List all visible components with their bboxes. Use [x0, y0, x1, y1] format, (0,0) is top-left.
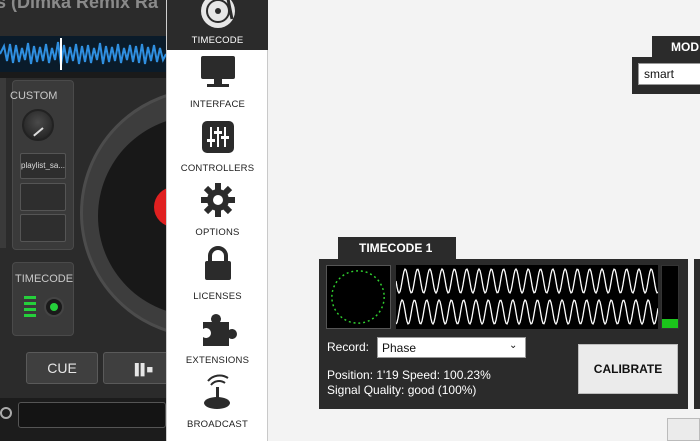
- sliders-icon: [201, 121, 234, 153]
- custom-pad-1[interactable]: [20, 183, 66, 211]
- adjacent-panel-edge: [694, 259, 700, 409]
- sidebar-item-interface[interactable]: INTERFACE: [167, 50, 268, 114]
- gear-icon: [200, 183, 235, 217]
- deck-waveform[interactable]: [0, 36, 166, 72]
- position-speed-readout: Position: 1'19 Speed: 100.23%: [327, 368, 491, 382]
- cue-button[interactable]: CUE: [26, 352, 98, 384]
- custom-label: CUSTOM: [10, 90, 58, 102]
- playlist-pad[interactable]: playlist_sa...: [20, 153, 66, 179]
- lock-icon: [204, 246, 231, 280]
- timecode-toggle[interactable]: [44, 297, 64, 317]
- sidebar-item-licenses[interactable]: LICENSES: [167, 242, 268, 306]
- chevron-down-icon[interactable]: ⌄: [509, 340, 517, 351]
- timecode-scope: [326, 265, 391, 329]
- deck-divider: [0, 72, 166, 78]
- vinyl-timecode-icon: [200, 0, 235, 28]
- sidebar-item-extensions[interactable]: EXTENSIONS: [167, 306, 268, 370]
- sidebar-item-label: CONTROLLERS: [180, 163, 255, 174]
- sidebar-item-label: INTERFACE: [189, 99, 246, 110]
- sidebar-item-timecode[interactable]: TIMECODE: [167, 0, 268, 50]
- play-pause-button[interactable]: ▌▌■: [103, 352, 166, 384]
- record-select[interactable]: Phase: [377, 337, 526, 358]
- sidebar-item-options[interactable]: OPTIONS: [167, 178, 268, 242]
- custom-knob[interactable]: [22, 109, 54, 141]
- sidebar-item-label: BROADCAST: [187, 419, 248, 430]
- puzzle-icon: [202, 314, 237, 346]
- custom-pad-2[interactable]: [20, 214, 66, 242]
- calibrate-button[interactable]: CALIBRATE: [578, 344, 678, 394]
- mode-tab: MOD: [652, 36, 700, 57]
- sidebar-item-label: EXTENSIONS: [185, 355, 250, 366]
- reset-button[interactable]: [667, 418, 700, 441]
- record-label: Record:: [327, 340, 370, 354]
- search-input[interactable]: [18, 402, 166, 428]
- mode-select[interactable]: smart: [638, 63, 700, 85]
- timecode-waveform: [396, 265, 658, 329]
- sidebar-item-controllers[interactable]: CONTROLLERS: [167, 114, 268, 178]
- search-icon: [0, 407, 12, 419]
- dj-deck-background: s (Dimka Remix Ra CUSTOM playlist_sa... …: [0, 0, 166, 441]
- timecode1-tab: TIMECODE 1: [338, 237, 456, 259]
- deck-timecode-label: TIMECODE: [15, 273, 74, 285]
- sidebar-item-label: LICENSES: [193, 291, 242, 302]
- signal-level-fill: [662, 319, 678, 328]
- timecode-level-bars: [24, 296, 36, 318]
- sidebar-item-label: TIMECODE: [191, 35, 244, 46]
- settings-sidebar: TIMECODE INTERFACE CONTROLLERS OPTIONS L…: [166, 0, 268, 441]
- satellite-dish-icon: [203, 374, 230, 409]
- sidebar-item-label: OPTIONS: [195, 227, 240, 238]
- sidebar-item-broadcast[interactable]: BROADCAST: [167, 370, 268, 434]
- monitor-icon: [200, 56, 235, 87]
- signal-quality-readout: Signal Quality: good (100%): [327, 383, 477, 397]
- deck-edge: [0, 78, 6, 248]
- deck-track-title: s (Dimka Remix Ra: [0, 0, 159, 12]
- app-window: s (Dimka Remix Ra CUSTOM playlist_sa... …: [0, 0, 700, 441]
- play-pause-icon: ▌▌■: [134, 364, 153, 376]
